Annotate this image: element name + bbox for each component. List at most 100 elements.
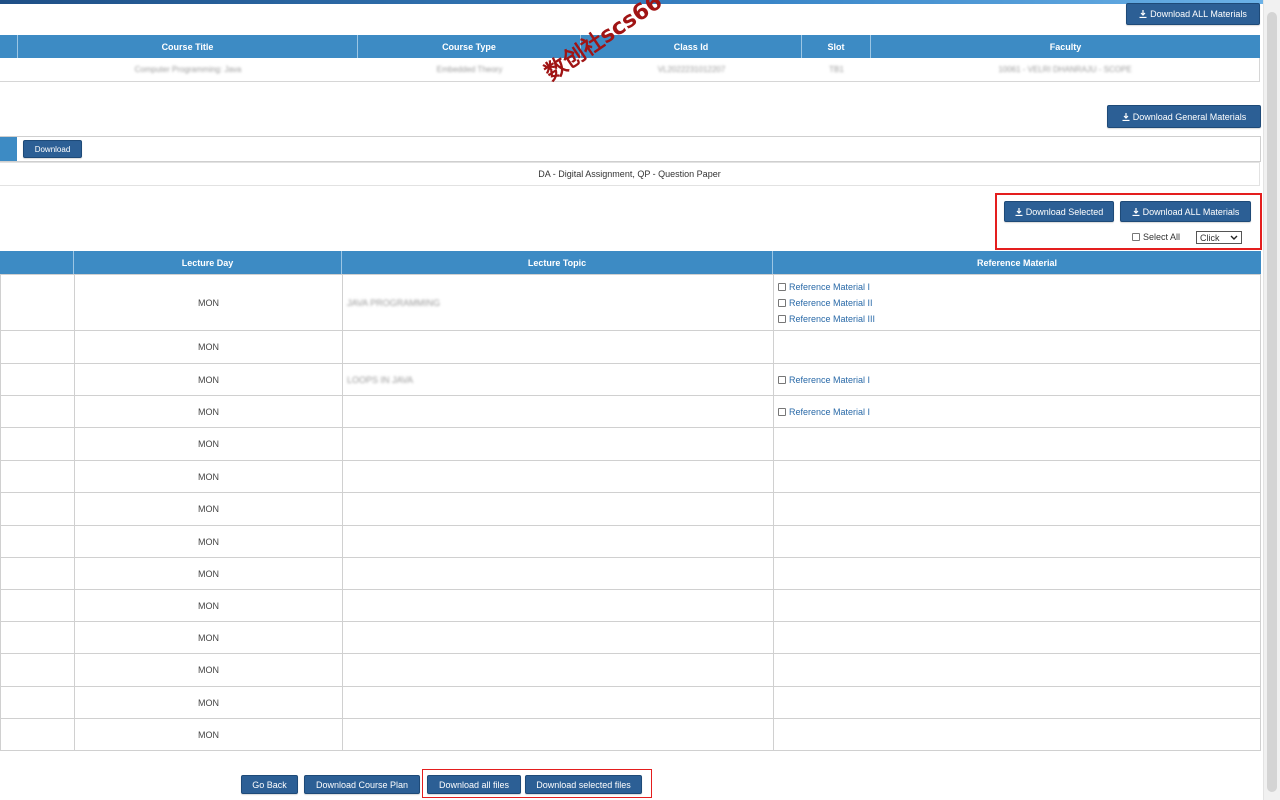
lecture-row: MON xyxy=(0,621,1261,654)
lecture-row: MON JAVA PROGRAMMING Reference Material IR… xyxy=(0,274,1261,331)
lecture-table: MON JAVA PROGRAMMING Reference Material IR… xyxy=(0,274,1261,751)
download-all-materials-top-button[interactable]: Download ALL Materials xyxy=(1126,3,1260,25)
action-select[interactable]: Click xyxy=(1196,231,1242,244)
select-value: Click xyxy=(1200,232,1220,243)
select-all-label: Select All xyxy=(1143,232,1181,242)
lecture-day-cell: MON xyxy=(74,653,343,687)
lecture-row: MON xyxy=(0,686,1261,719)
reference-checkbox[interactable] xyxy=(778,298,786,307)
reference-material-item[interactable]: Reference Material II xyxy=(778,295,1260,311)
button-label: Download all files xyxy=(438,779,510,790)
download-selected-files-button[interactable]: Download selected files xyxy=(525,775,642,794)
reference-material-cell xyxy=(773,653,1261,687)
lecture-topic-cell: LOOPS IN JAVA xyxy=(342,363,774,396)
button-label: Download xyxy=(34,144,71,154)
lecture-row: MON xyxy=(0,718,1261,751)
row-index-cell xyxy=(0,363,75,396)
reference-material-cell xyxy=(773,492,1261,526)
select-all-checkbox[interactable] xyxy=(1132,233,1140,241)
lecture-day-cell: MON xyxy=(74,686,343,719)
row-index-cell xyxy=(0,460,75,493)
reference-material-link[interactable]: Reference Material II xyxy=(789,298,873,308)
reference-material-cell xyxy=(773,427,1261,461)
download-icon xyxy=(1015,207,1023,216)
lecture-day-cell: MON xyxy=(74,589,343,622)
faculty-cell: 10061 - VELRI DHANRAJU - SCOPE xyxy=(998,65,1132,74)
scrollbar-thumb[interactable] xyxy=(1267,12,1277,792)
lecture-row: MON Reference Material I xyxy=(0,395,1261,428)
general-materials-row xyxy=(0,136,1261,162)
button-label: Go Back xyxy=(252,779,287,790)
lecture-day-cell: MON xyxy=(74,274,343,331)
lecture-day-cell: MON xyxy=(74,621,343,654)
reference-checkbox[interactable] xyxy=(778,314,786,323)
row-index-cell xyxy=(0,427,75,461)
row-index-cell xyxy=(0,557,75,590)
row-index-cell xyxy=(0,525,75,558)
download-course-plan-button[interactable]: Download Course Plan xyxy=(304,775,420,794)
row-index-cell xyxy=(0,686,75,719)
lecture-day-cell: MON xyxy=(74,525,343,558)
reference-material-cell: Reference Material I Reference Material I… xyxy=(773,274,1261,331)
row-indicator xyxy=(0,137,17,161)
download-all-materials-button[interactable]: Download ALL Materials xyxy=(1120,201,1251,222)
lecture-topic-cell xyxy=(342,427,774,461)
header-course-title: Course Title xyxy=(18,35,358,58)
reference-material-item[interactable]: Reference Material I xyxy=(778,372,1260,388)
chevron-down-icon xyxy=(1230,233,1238,243)
lecture-topic-text: LOOPS IN JAVA xyxy=(347,374,414,385)
lecture-topic-cell xyxy=(342,395,774,428)
lecture-day-cell: MON xyxy=(74,427,343,461)
reference-material-cell xyxy=(773,686,1261,719)
header-slot: Slot xyxy=(802,35,871,58)
reference-checkbox[interactable] xyxy=(778,282,786,291)
lecture-day-cell: MON xyxy=(74,395,343,428)
lecture-topic-cell xyxy=(342,492,774,526)
lecture-topic-cell xyxy=(342,621,774,654)
reference-checkbox[interactable] xyxy=(778,375,786,384)
row-index-cell xyxy=(0,653,75,687)
reference-checkbox[interactable] xyxy=(778,407,786,416)
download-selected-button[interactable]: Download Selected xyxy=(1004,201,1114,222)
button-label: Download selected files xyxy=(536,779,631,790)
reference-material-cell xyxy=(773,525,1261,558)
lecture-day-cell: MON xyxy=(74,492,343,526)
reference-material-link[interactable]: Reference Material I xyxy=(789,375,870,385)
download-general-materials-button[interactable]: Download General Materials xyxy=(1107,105,1261,128)
reference-material-link[interactable]: Reference Material III xyxy=(789,314,875,324)
lecture-row: MON xyxy=(0,589,1261,622)
lecture-topic-text: JAVA PROGRAMMING xyxy=(347,297,441,308)
download-all-files-button[interactable]: Download all files xyxy=(427,775,521,794)
header-reference-material: Reference Material xyxy=(976,257,1058,268)
lecture-topic-cell xyxy=(342,686,774,719)
lecture-topic-cell xyxy=(342,653,774,687)
lecture-topic-cell xyxy=(342,525,774,558)
button-label: Download General Materials xyxy=(1132,111,1247,122)
reference-material-item[interactable]: Reference Material I xyxy=(778,404,1260,420)
reference-material-cell: Reference Material I xyxy=(773,363,1261,396)
select-all-control[interactable]: Select All xyxy=(1132,232,1180,242)
row-index-cell xyxy=(0,274,75,331)
slot-cell: TB1 xyxy=(829,65,844,74)
vertical-scrollbar[interactable] xyxy=(1263,0,1280,800)
row-index-cell xyxy=(0,395,75,428)
header-lecture-topic: Lecture Topic xyxy=(342,251,773,274)
course-table-row: Computer Programming: Java Embedded Theo… xyxy=(0,58,1260,82)
lecture-day-cell: MON xyxy=(74,363,343,396)
lecture-row: MON xyxy=(0,492,1261,526)
reference-material-link[interactable]: Reference Material I xyxy=(789,407,870,417)
lecture-table-header: Lecture Day Lecture Topic Reference Mate… xyxy=(0,251,1261,274)
general-download-button[interactable]: Download xyxy=(23,140,82,158)
lecture-row: MON xyxy=(0,557,1261,590)
go-back-button[interactable]: Go Back xyxy=(241,775,298,794)
lecture-topic-cell xyxy=(342,589,774,622)
reference-material-cell xyxy=(773,460,1261,493)
reference-material-item[interactable]: Reference Material I xyxy=(778,279,1260,295)
lecture-row: MON xyxy=(0,427,1261,461)
lecture-topic-cell xyxy=(342,460,774,493)
reference-material-item[interactable]: Reference Material III xyxy=(778,311,1260,327)
reference-material-link[interactable]: Reference Material I xyxy=(789,282,870,292)
course-title-cell: Computer Programming: Java xyxy=(134,65,242,74)
lecture-topic-cell xyxy=(342,557,774,590)
lecture-row: MON xyxy=(0,653,1261,687)
